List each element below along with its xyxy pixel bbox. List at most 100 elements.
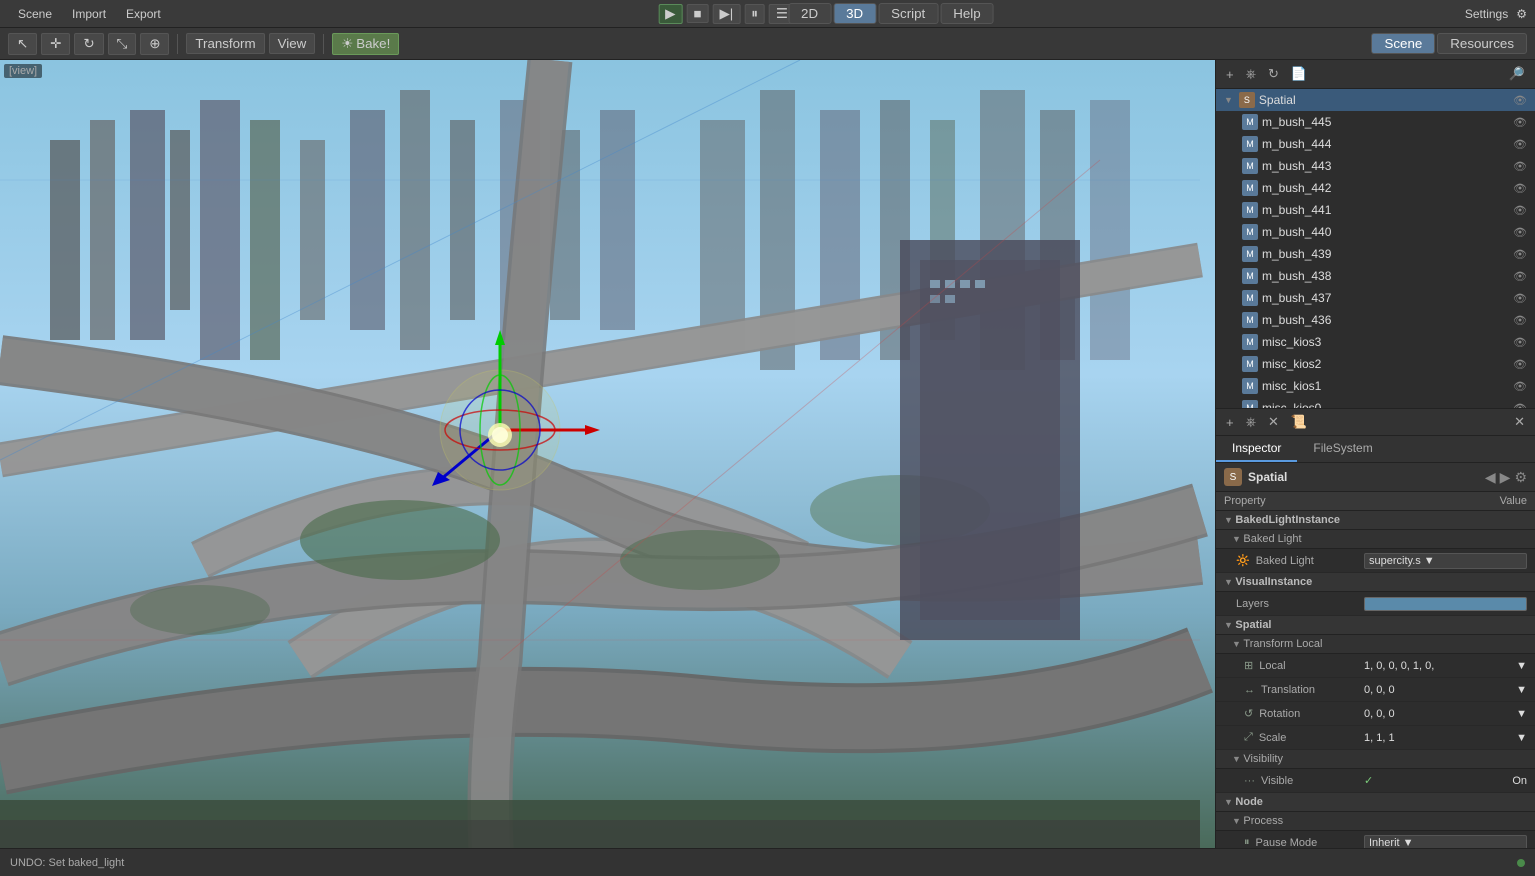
tree-item-12[interactable]: M misc_kios1 👁: [1216, 375, 1535, 397]
tab-3d[interactable]: 3D: [833, 3, 876, 24]
transform-menu[interactable]: Transform: [186, 33, 264, 54]
menu-item-import[interactable]: Import: [62, 5, 116, 23]
eye-icon-3[interactable]: 👁: [1513, 182, 1527, 195]
prop-row-pausemode: ⏸ Pause Mode Inherit ▼: [1216, 831, 1535, 848]
tree-instance-button[interactable]: ⎈: [1242, 412, 1260, 432]
eye-icon-13[interactable]: 👁: [1513, 402, 1527, 410]
tab-filesystem[interactable]: FileSystem: [1297, 436, 1388, 462]
play-button[interactable]: ▶: [658, 4, 682, 24]
tree-item-4[interactable]: M m_bush_441 👁: [1216, 199, 1535, 221]
status-indicator: [1517, 859, 1525, 867]
mesh-icon: M: [1242, 400, 1258, 409]
tree-delete-button[interactable]: ✕: [1264, 412, 1283, 432]
bake-button[interactable]: ☀ Bake!: [332, 33, 399, 55]
layers-bar[interactable]: [1364, 597, 1527, 611]
tree-item-spatial[interactable]: ▼ S Spatial 👁: [1216, 89, 1535, 111]
section-visualinstance[interactable]: VisualInstance: [1216, 573, 1535, 592]
mesh-icon: M: [1242, 180, 1258, 196]
eye-icon-spatial[interactable]: 👁: [1513, 94, 1527, 107]
prop-row-translation: ↔ Translation 0, 0, 0 ▼: [1216, 678, 1535, 702]
settings-icon[interactable]: ⚙: [1516, 7, 1527, 21]
tree-signal-button[interactable]: ✕: [1510, 412, 1529, 432]
eye-icon-12[interactable]: 👁: [1513, 380, 1527, 393]
viewport[interactable]: [view]: [0, 60, 1215, 848]
nav-left-button[interactable]: ◀: [1485, 469, 1496, 486]
eye-icon-1[interactable]: 👁: [1513, 138, 1527, 151]
mode-tool[interactable]: ⊕: [140, 33, 169, 55]
move-tool[interactable]: ✛: [41, 33, 70, 55]
subsection-visibility[interactable]: Visibility: [1216, 750, 1535, 769]
section-spatial[interactable]: Spatial: [1216, 616, 1535, 635]
inspector-content: Property Value BakedLightInstance Baked …: [1216, 492, 1535, 848]
tree-add-button[interactable]: +: [1222, 413, 1238, 432]
tab-resources[interactable]: Resources: [1437, 33, 1527, 54]
eye-icon-9[interactable]: 👁: [1513, 314, 1527, 327]
add-instance-button[interactable]: ⎈: [1242, 64, 1260, 84]
tree-item-8[interactable]: M m_bush_437 👁: [1216, 287, 1535, 309]
eye-icon-8[interactable]: 👁: [1513, 292, 1527, 305]
rotation-icon: ↺: [1244, 707, 1253, 720]
tree-item-6[interactable]: M m_bush_439 👁: [1216, 243, 1535, 265]
menu-item-scene[interactable]: Scene: [8, 5, 62, 23]
tab-help[interactable]: Help: [940, 3, 993, 24]
tab-inspector[interactable]: Inspector: [1216, 436, 1297, 462]
tree-item-10[interactable]: M misc_kios3 👁: [1216, 331, 1535, 353]
pausemode-dropdown[interactable]: Inherit ▼: [1364, 835, 1527, 849]
eye-icon-10[interactable]: 👁: [1513, 336, 1527, 349]
tree-item-9[interactable]: M m_bush_436 👁: [1216, 309, 1535, 331]
eye-icon-7[interactable]: 👁: [1513, 270, 1527, 283]
scale-tool[interactable]: ⤡: [108, 33, 137, 55]
eye-icon-2[interactable]: 👁: [1513, 160, 1527, 173]
subsection-process[interactable]: Process: [1216, 812, 1535, 831]
eye-icon-6[interactable]: 👁: [1513, 248, 1527, 261]
file-button[interactable]: 📄: [1287, 64, 1311, 84]
tree-item-1[interactable]: M m_bush_444 👁: [1216, 133, 1535, 155]
tree-item-label: misc_kios1: [1262, 379, 1321, 393]
rotate-tool[interactable]: ↻: [74, 33, 103, 55]
tree-script-button[interactable]: 📜: [1287, 412, 1311, 432]
select-tool[interactable]: ↖: [8, 33, 37, 55]
prop-value-pausemode[interactable]: Inherit ▼: [1356, 831, 1535, 848]
eye-icon-11[interactable]: 👁: [1513, 358, 1527, 371]
tree-item-label: m_bush_436: [1262, 313, 1331, 327]
tree-item-7[interactable]: M m_bush_438 👁: [1216, 265, 1535, 287]
tab-2d[interactable]: 2D: [788, 3, 831, 24]
tab-scene[interactable]: Scene: [1371, 33, 1435, 54]
tree-item-13[interactable]: M misc_kios0 👁: [1216, 397, 1535, 409]
mesh-icon: M: [1242, 136, 1258, 152]
scene-tree[interactable]: ▼ S Spatial 👁 M m_bush_445 👁 M m_bush_44…: [1216, 89, 1535, 409]
tree-item-label: m_bush_440: [1262, 225, 1331, 239]
pause-button[interactable]: ⏸: [744, 4, 765, 24]
eye-icon-5[interactable]: 👁: [1513, 226, 1527, 239]
tree-item-0[interactable]: M m_bush_445 👁: [1216, 111, 1535, 133]
tree-item-11[interactable]: M misc_kios2 👁: [1216, 353, 1535, 375]
subsection-bakedlight[interactable]: Baked Light: [1216, 530, 1535, 549]
add-node-button[interactable]: +: [1222, 65, 1238, 84]
step-button[interactable]: ▶|: [712, 4, 740, 24]
refresh-button[interactable]: ↻: [1264, 64, 1283, 84]
inspector-node-type: Spatial: [1248, 470, 1287, 484]
view-menu[interactable]: View: [269, 33, 316, 54]
settings-label[interactable]: Settings: [1465, 7, 1508, 21]
stop-button[interactable]: ■: [686, 4, 708, 23]
tree-item-2[interactable]: M m_bush_443 👁: [1216, 155, 1535, 177]
menu-item-export[interactable]: Export: [116, 5, 171, 23]
prop-value-visible: ✓ On: [1356, 769, 1535, 792]
filter-button[interactable]: 🔎: [1505, 64, 1529, 84]
translation-icon: ↔: [1244, 684, 1255, 696]
bakedlight-dropdown[interactable]: supercity.s ▼: [1364, 553, 1527, 569]
mesh-icon: M: [1242, 224, 1258, 240]
eye-icon-0[interactable]: 👁: [1513, 116, 1527, 129]
section-node[interactable]: Node: [1216, 793, 1535, 812]
tab-script[interactable]: Script: [878, 3, 938, 24]
section-bakedlightinstance[interactable]: BakedLightInstance: [1216, 511, 1535, 530]
eye-icon-4[interactable]: 👁: [1513, 204, 1527, 217]
prop-value-layers[interactable]: [1356, 592, 1535, 615]
subsection-transform[interactable]: Transform Local: [1216, 635, 1535, 654]
inspector-settings-button[interactable]: ⚙: [1514, 469, 1527, 486]
tree-item-3[interactable]: M m_bush_442 👁: [1216, 177, 1535, 199]
tree-item-5[interactable]: M m_bush_440 👁: [1216, 221, 1535, 243]
prop-value-bakedlight[interactable]: supercity.s ▼: [1356, 549, 1535, 572]
mesh-icon: M: [1242, 158, 1258, 174]
nav-right-button[interactable]: ▶: [1500, 469, 1511, 486]
